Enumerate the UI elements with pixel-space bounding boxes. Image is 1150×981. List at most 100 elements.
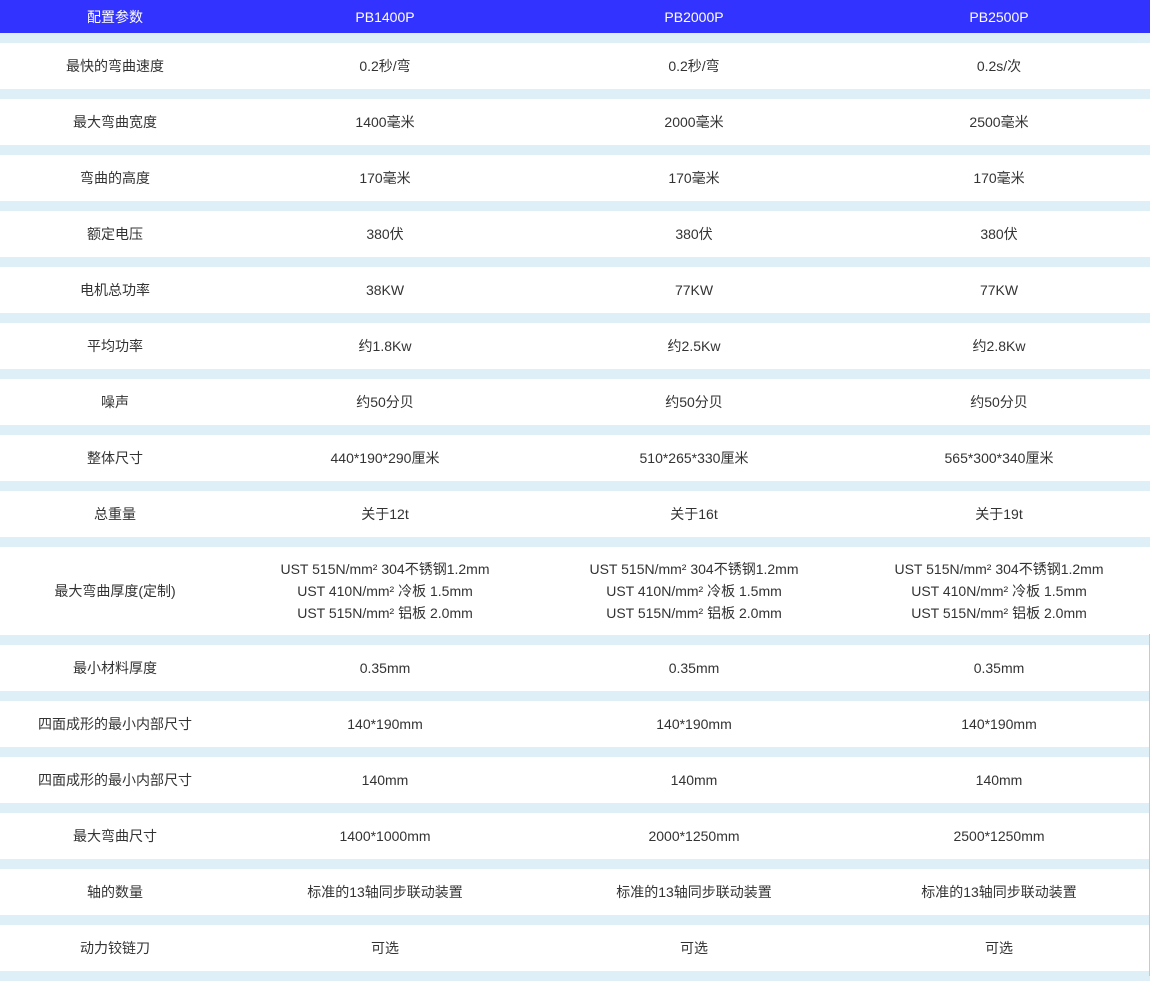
row-label: 最大弯曲宽度	[73, 114, 157, 130]
row-label: 最快的弯曲速度	[66, 58, 164, 74]
cell-pb2500p: 约50分贝	[970, 394, 1028, 410]
row-divider	[0, 635, 1150, 645]
thickness-line: UST 515N/mm² 304不锈钢1.2mm	[894, 561, 1104, 577]
table-row: 最大弯曲尺寸 1400*1000mm 2000*1250mm 2500*1250…	[0, 813, 1150, 859]
cell-pb2500p: 140mm	[975, 772, 1023, 788]
row-label: 噪声	[101, 394, 129, 410]
table-row: 电机总功率 38KW 77KW 77KW	[0, 267, 1150, 313]
thickness-line: UST 515N/mm² 铝板 2.0mm	[297, 605, 473, 621]
row-label: 动力铰链刀	[80, 940, 150, 956]
table-row: 四面成形的最小内部尺寸 140mm 140mm 140mm	[0, 757, 1150, 803]
cell-pb2500p: 170毫米	[973, 170, 1025, 186]
row-label: 额定电压	[87, 226, 143, 242]
table-row: 平均功率 约1.8Kw 约2.5Kw 约2.8Kw	[0, 323, 1150, 369]
cell-pb2500p: 0.2s/次	[976, 58, 1022, 74]
row-divider	[0, 201, 1150, 211]
cell-pb1400p: 0.35mm	[359, 660, 411, 676]
row-divider	[0, 481, 1150, 491]
table-row: 噪声 约50分贝 约50分贝 约50分贝	[0, 379, 1150, 425]
cell-pb2000p: 可选	[680, 940, 708, 956]
thickness-line: UST 515N/mm² 铝板 2.0mm	[606, 605, 782, 621]
row-divider	[0, 537, 1150, 547]
table-row: 整体尺寸 440*190*290厘米 510*265*330厘米 565*300…	[0, 435, 1150, 481]
cell-pb2500p: 可选	[985, 940, 1013, 956]
row-divider	[0, 747, 1150, 757]
row-label: 总重量	[94, 506, 136, 522]
cell-pb2500p: 565*300*340厘米	[944, 450, 1054, 466]
cell-pb2000p: 77KW	[674, 282, 714, 298]
row-divider	[0, 145, 1150, 155]
cell-pb2500p: 2500毫米	[969, 114, 1029, 130]
cell-pb2500p: 77KW	[979, 282, 1019, 298]
cell-pb2000p: 关于16t	[670, 506, 718, 522]
cell-pb2000p: UST 515N/mm² 304不锈钢1.2mm UST 410N/mm² 冷板…	[540, 558, 848, 624]
cell-pb1400p: 140mm	[361, 772, 409, 788]
table-row: 最快的弯曲速度 0.2秒/弯 0.2秒/弯 0.2s/次	[0, 43, 1150, 89]
table-row: 总重量 关于12t 关于16t 关于19t	[0, 491, 1150, 537]
row-divider	[0, 257, 1150, 267]
thickness-line: UST 515N/mm² 铝板 2.0mm	[911, 605, 1087, 621]
cell-pb2000p: 140mm	[670, 772, 718, 788]
header-model-pb1400p: PB1400P	[355, 8, 415, 25]
row-divider	[0, 691, 1150, 701]
row-divider	[0, 33, 1150, 43]
row-divider	[0, 859, 1150, 869]
row-label: 整体尺寸	[87, 450, 143, 466]
row-divider	[0, 313, 1150, 323]
cell-pb2000p: 380伏	[675, 226, 713, 242]
cell-pb2000p: 约50分贝	[665, 394, 723, 410]
table-row: 最大弯曲宽度 1400毫米 2000毫米 2500毫米	[0, 99, 1150, 145]
cell-pb1400p: 140*190mm	[347, 716, 423, 732]
cell-pb2500p: 380伏	[980, 226, 1018, 242]
cell-pb2500p: 0.35mm	[973, 660, 1025, 676]
cell-pb2500p: UST 515N/mm² 304不锈钢1.2mm UST 410N/mm² 冷板…	[848, 558, 1150, 624]
row-label: 平均功率	[87, 338, 143, 354]
row-label: 最小材料厚度	[73, 660, 157, 676]
cell-pb2000p: 510*265*330厘米	[639, 450, 749, 466]
cell-pb1400p: 440*190*290厘米	[330, 450, 440, 466]
table-row: 动力铰链刀 可选 可选 可选	[0, 925, 1150, 971]
row-divider	[0, 915, 1150, 925]
cell-pb2500p: 标准的13轴同步联动装置	[921, 884, 1077, 900]
thickness-line: UST 410N/mm² 冷板 1.5mm	[297, 583, 473, 599]
row-label: 最大弯曲厚度(定制)	[54, 583, 176, 599]
thickness-line: UST 410N/mm² 冷板 1.5mm	[911, 583, 1087, 599]
cell-pb2000p: 0.35mm	[668, 660, 720, 676]
cell-pb2000p: 0.2秒/弯	[668, 58, 720, 74]
cell-pb2000p: 170毫米	[668, 170, 720, 186]
cell-pb2500p: 140*190mm	[961, 716, 1037, 732]
table-header: 配置参数 PB1400P PB2000P PB2500P	[0, 0, 1150, 33]
cell-pb1400p: 关于12t	[361, 506, 409, 522]
table-row: 四面成形的最小内部尺寸 140*190mm 140*190mm 140*190m…	[0, 701, 1150, 747]
table-row: 弯曲的高度 170毫米 170毫米 170毫米	[0, 155, 1150, 201]
cell-pb1400p: 0.2秒/弯	[359, 58, 411, 74]
header-model-pb2000p: PB2000P	[664, 8, 724, 25]
table-row: 轴的数量 标准的13轴同步联动装置 标准的13轴同步联动装置 标准的13轴同步联…	[0, 869, 1150, 915]
row-divider	[0, 369, 1150, 379]
row-label: 最大弯曲尺寸	[73, 828, 157, 844]
cell-pb2000p: 标准的13轴同步联动装置	[616, 884, 772, 900]
cell-pb1400p: 38KW	[365, 282, 405, 298]
spec-table: 配置参数 PB1400P PB2000P PB2500P 最快的弯曲速度 0.2…	[0, 0, 1150, 981]
cell-pb1400p: 约1.8Kw	[358, 338, 412, 354]
cell-pb1400p: UST 515N/mm² 304不锈钢1.2mm UST 410N/mm² 冷板…	[230, 558, 540, 624]
cell-pb1400p: 约50分贝	[356, 394, 414, 410]
thickness-line: UST 515N/mm² 304不锈钢1.2mm	[589, 561, 799, 577]
header-model-pb2500p: PB2500P	[969, 8, 1029, 25]
cell-pb1400p: 170毫米	[359, 170, 411, 186]
cell-pb2000p: 约2.5Kw	[667, 338, 721, 354]
cell-pb1400p: 标准的13轴同步联动装置	[307, 884, 463, 900]
cell-pb2000p: 140*190mm	[656, 716, 732, 732]
cell-pb2000p: 2000毫米	[664, 114, 724, 130]
table-row: 最大弯曲厚度(定制) UST 515N/mm² 304不锈钢1.2mm UST …	[0, 547, 1150, 635]
row-label: 电机总功率	[80, 282, 150, 298]
row-divider	[0, 89, 1150, 99]
cell-pb1400p: 可选	[371, 940, 399, 956]
row-label: 轴的数量	[87, 884, 143, 900]
table-row: 额定电压 380伏 380伏 380伏	[0, 211, 1150, 257]
cell-pb2500p: 关于19t	[975, 506, 1023, 522]
row-label: 弯曲的高度	[80, 170, 150, 186]
thickness-line: UST 410N/mm² 冷板 1.5mm	[606, 583, 782, 599]
row-divider	[0, 803, 1150, 813]
cell-pb2500p: 约2.8Kw	[972, 338, 1026, 354]
